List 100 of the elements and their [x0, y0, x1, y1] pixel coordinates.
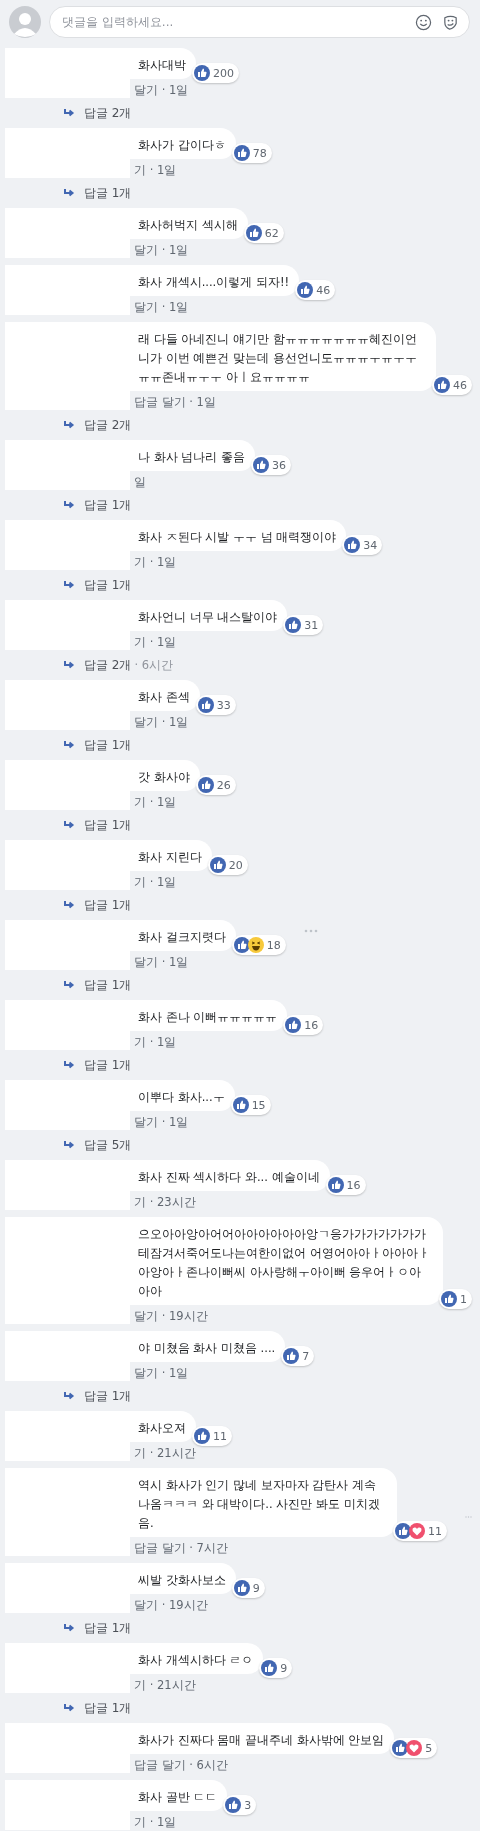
- replies-link[interactable]: 답글 1개: [84, 496, 132, 514]
- reply-arrow-icon: [63, 500, 75, 510]
- comment-text: 화사가 진짜다 몸매 끝내주네 화사밖에 안보임: [138, 1733, 385, 1747]
- reaction-count: 31: [304, 618, 319, 632]
- reaction-badge[interactable]: 16: [283, 1015, 324, 1035]
- reaction-count: 20: [228, 858, 243, 872]
- reaction-badge[interactable]: 20: [207, 855, 248, 875]
- reaction-badge[interactable]: 46: [432, 375, 472, 395]
- reaction-count: 11: [213, 1429, 227, 1443]
- reaction-count: 16: [304, 1018, 319, 1032]
- reaction-badge[interactable]: 62: [243, 223, 284, 243]
- comment-text: 화사 진짜 섹시하다 와... 예술이네: [138, 1170, 320, 1184]
- replies-link[interactable]: 답글 2개: [84, 104, 132, 122]
- replies-link[interactable]: 답글 1개: [84, 1699, 132, 1717]
- reaction-badge[interactable]: 46: [295, 280, 336, 300]
- comment-text: 화사 존섹: [138, 690, 190, 704]
- reaction-count: 9: [252, 1581, 260, 1595]
- replies-link[interactable]: 답글 2개: [84, 416, 132, 434]
- reaction-badge[interactable]: 16: [325, 1175, 366, 1195]
- reaction-badge[interactable]: 7: [281, 1346, 315, 1366]
- thumbs-up-icon: [233, 145, 250, 161]
- thumbs-up-icon: [197, 777, 214, 793]
- thumbs-up-icon: [283, 1348, 300, 1364]
- replies-link[interactable]: 답글 1개: [84, 736, 132, 754]
- reaction-count: 11: [428, 1524, 442, 1538]
- thumbs-up-icon: [395, 1523, 411, 1539]
- reaction-badge[interactable]: 200: [192, 63, 239, 83]
- reaction-count: 9: [280, 1661, 288, 1675]
- thumbs-up-icon: [297, 282, 314, 298]
- reaction-badge[interactable]: 18: [231, 935, 286, 955]
- laughing-face-icon: [247, 937, 264, 953]
- comment-text: 화사 걸크지렷다: [138, 930, 226, 944]
- reaction-badge[interactable]: 3: [223, 1795, 257, 1815]
- reaction-count: 16: [346, 1178, 361, 1192]
- reaction-count: 18: [266, 938, 281, 952]
- reply-arrow-icon: [63, 660, 75, 670]
- comment-text: 나 화사 넘나리 좋음: [138, 450, 245, 464]
- reaction-badge[interactable]: 5: [390, 1738, 438, 1758]
- replies-link[interactable]: 답글 1개: [84, 1056, 132, 1074]
- reaction-count: 46: [316, 283, 331, 297]
- thumbs-up-icon: [327, 1177, 344, 1193]
- replies-link[interactable]: 답글 1개: [84, 1387, 132, 1405]
- reply-arrow-icon: [63, 1140, 75, 1150]
- reaction-count: 200: [213, 66, 234, 80]
- reaction-count: 1: [460, 1292, 467, 1306]
- comment-text: 야 미쳤음 화사 미쳤음 ....: [138, 1341, 276, 1355]
- replies-link[interactable]: 답글 1개: [84, 976, 132, 994]
- replies-link[interactable]: 답글 1개: [84, 576, 132, 594]
- thumbs-up-icon: [197, 697, 214, 713]
- reaction-badge[interactable]: 33: [195, 695, 236, 715]
- sticker-icon[interactable]: [442, 13, 459, 31]
- reaction-badge[interactable]: 78: [231, 143, 272, 163]
- emoji-icon[interactable]: [415, 13, 432, 31]
- thumbs-up-icon: [344, 537, 361, 553]
- comment-text: 화사 존나 이뻐ㅠㅠㅠㅠㅠ: [138, 1010, 278, 1024]
- comment-field[interactable]: 댓글을 입력하세요...: [49, 6, 470, 38]
- reaction-badge[interactable]: 9: [259, 1658, 293, 1678]
- replies-link[interactable]: 답글 2개: [84, 656, 132, 674]
- reaction-badge[interactable]: 26: [195, 775, 236, 795]
- replies-link[interactable]: 답글 1개: [84, 816, 132, 834]
- reaction-badge[interactable]: 31: [283, 615, 324, 635]
- reaction-badge[interactable]: 15: [230, 1095, 271, 1115]
- reply-arrow-icon: [63, 1060, 75, 1070]
- reaction-badge[interactable]: 11: [393, 1521, 447, 1541]
- comment-text: 화사 지린다: [138, 850, 202, 864]
- comment-text: 화사 개섹시....이렇게 되자!!: [138, 275, 290, 289]
- reaction-count: 34: [363, 538, 378, 552]
- thumbs-up-icon: [225, 1797, 242, 1813]
- comment-text: 화사가 갑이다ㅎ: [138, 138, 226, 152]
- replies-link[interactable]: 답글 5개: [84, 1136, 132, 1154]
- reply-arrow-icon: [63, 188, 75, 198]
- reaction-badge[interactable]: 36: [250, 455, 291, 475]
- avatar-icon: [9, 6, 41, 38]
- reaction-badge[interactable]: 34: [342, 535, 383, 555]
- reaction-badge[interactable]: 11: [192, 1426, 232, 1446]
- comment-text: 화사대박: [138, 58, 186, 72]
- replies-link[interactable]: 답글 1개: [84, 896, 132, 914]
- replies-link[interactable]: 답글 1개: [84, 184, 132, 202]
- reply-arrow-icon: [63, 740, 75, 750]
- thumbs-up-icon: [261, 1660, 278, 1676]
- reaction-badge[interactable]: 9: [231, 1578, 265, 1598]
- thumbs-up-icon: [245, 225, 262, 241]
- thumbs-up-icon: [194, 65, 210, 81]
- reply-arrow-icon: [63, 900, 75, 910]
- thumbs-up-icon: [233, 937, 250, 953]
- reply-arrow-icon: [63, 980, 75, 990]
- comment-text: 화사 개섹시하다 ㄹㅇ: [138, 1653, 254, 1667]
- reaction-count: 33: [216, 698, 231, 712]
- comment-text: 역시 화사가 인기 많네 보자마자 감탄사 계속 나옴ㅋㅋㅋ 와 대박이다.. 사진만 봐도 미치겠음.: [138, 1478, 380, 1530]
- reply-arrow-icon: [63, 820, 75, 830]
- comment-input-field[interactable]: 댓글을 입력하세요...: [60, 14, 405, 30]
- reaction-count: 78: [252, 146, 267, 160]
- reaction-badge[interactable]: 1: [439, 1289, 472, 1309]
- thumbs-up-icon: [194, 1428, 210, 1444]
- reply-arrow-icon: [63, 1623, 75, 1633]
- comment-text: 화사오져: [138, 1421, 186, 1435]
- replies-link[interactable]: 답글 1개: [84, 1619, 132, 1637]
- reaction-count: 7: [302, 1349, 310, 1363]
- reply-arrow-icon: [63, 1703, 75, 1713]
- reaction-count: 3: [244, 1798, 252, 1812]
